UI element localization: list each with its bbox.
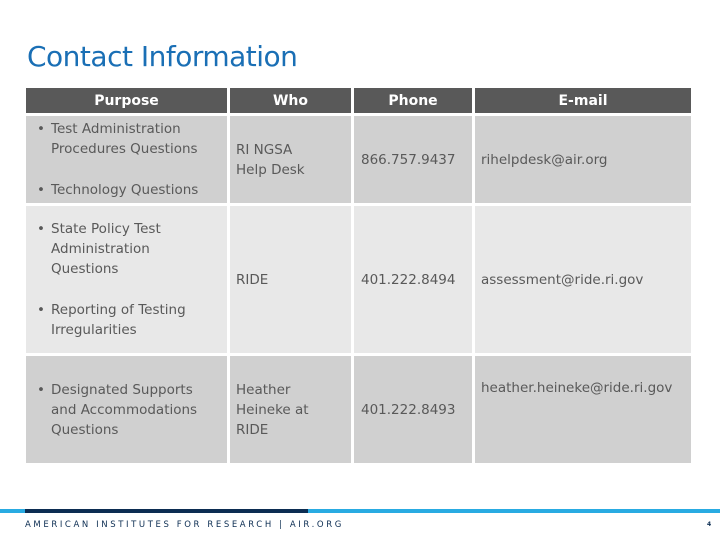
cell-who: RIDE bbox=[230, 206, 351, 353]
cell-phone: 866.757.9437 bbox=[354, 116, 472, 203]
table-row: • Test Administration Procedures Question… bbox=[26, 116, 691, 203]
cell-who: RI NGSA Help Desk bbox=[230, 116, 351, 203]
purpose-list: • Test Administration Procedures Question… bbox=[34, 119, 219, 200]
bullet-icon: • bbox=[37, 381, 45, 398]
header-who: Who bbox=[230, 88, 351, 113]
purpose-item: • Reporting of Testing Irregularities bbox=[37, 302, 186, 338]
contact-table: Purpose Who Phone E-mail • Test Administr… bbox=[23, 85, 694, 466]
table-header-row: Purpose Who Phone E-mail bbox=[26, 88, 691, 113]
cell-phone: 401.222.8494 bbox=[354, 206, 472, 353]
bullet-icon: • bbox=[37, 121, 45, 137]
bullet-icon: • bbox=[37, 302, 45, 318]
cell-purpose: • Designated Supports and Accommodations … bbox=[26, 356, 227, 463]
bullet-icon: • bbox=[37, 182, 45, 198]
purpose-item: • Technology Questions bbox=[37, 182, 199, 198]
purpose-item: • State Policy Test Administration Questi… bbox=[37, 221, 161, 277]
cell-purpose: • State Policy Test Administration Questi… bbox=[26, 206, 227, 353]
header-email: E-mail bbox=[475, 88, 691, 113]
bullet-icon: • bbox=[37, 221, 45, 237]
cell-email: rihelpdesk@air.org bbox=[475, 116, 691, 203]
cell-purpose: • Test Administration Procedures Question… bbox=[26, 116, 227, 203]
page-number: 4 bbox=[707, 521, 712, 528]
cell-email: assessment@ride.ri.gov bbox=[475, 206, 691, 353]
cell-phone: 401.222.8493 bbox=[354, 356, 472, 463]
purpose-item: • Test Administration Procedures Question… bbox=[37, 121, 198, 157]
footer-bar-navy-segment bbox=[25, 509, 308, 513]
table-row: • Designated Supports and Accommodations … bbox=[26, 356, 691, 463]
footer-bar bbox=[0, 509, 720, 513]
cell-email: heather.heineke@ride.ri.gov bbox=[475, 356, 691, 463]
purpose-list: • Designated Supports and Accommodations … bbox=[34, 380, 219, 440]
cell-who: Heather Heineke at RIDE bbox=[230, 356, 351, 463]
purpose-item: • Designated Supports and Accommodations … bbox=[37, 381, 198, 438]
header-purpose: Purpose bbox=[26, 88, 227, 113]
purpose-list: • State Policy Test Administration Questi… bbox=[34, 219, 219, 340]
slide-title: Contact Information bbox=[27, 40, 298, 73]
table-row: • State Policy Test Administration Questi… bbox=[26, 206, 691, 353]
header-phone: Phone bbox=[354, 88, 472, 113]
footer-organization: AMERICAN INSTITUTES FOR RESEARCH | AIR.O… bbox=[25, 520, 344, 530]
